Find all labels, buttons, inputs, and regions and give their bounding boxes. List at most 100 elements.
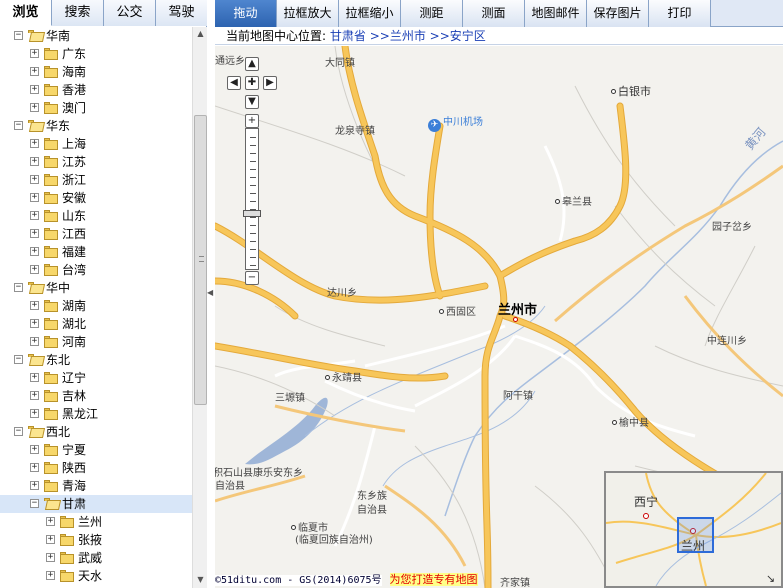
- tree-node[interactable]: + 黑龙江: [0, 405, 192, 423]
- tree-node-label: 香港: [62, 83, 87, 97]
- pan-center-button[interactable]: ✚: [245, 76, 259, 90]
- scroll-down-arrow[interactable]: ▼: [194, 573, 207, 586]
- expand-icon[interactable]: +: [30, 49, 39, 58]
- tree-node[interactable]: + 辽宁: [0, 369, 192, 387]
- zoom-slider-thumb[interactable]: [243, 210, 261, 217]
- print-button[interactable]: 打印: [649, 0, 711, 27]
- expand-icon[interactable]: +: [30, 139, 39, 148]
- tab-search[interactable]: 搜索: [52, 0, 104, 26]
- expand-icon[interactable]: +: [46, 535, 55, 544]
- tree-node[interactable]: + 湖北: [0, 315, 192, 333]
- expand-icon[interactable]: +: [30, 67, 39, 76]
- collapse-icon[interactable]: −: [14, 121, 23, 130]
- tree-node[interactable]: + 兰州: [0, 513, 192, 531]
- zoom-in-box-button[interactable]: 拉框放大: [277, 0, 339, 27]
- tree-node[interactable]: + 上海: [0, 135, 192, 153]
- tree-node[interactable]: + 青海: [0, 477, 192, 495]
- expand-icon[interactable]: +: [30, 157, 39, 166]
- tree-node[interactable]: + 台湾: [0, 261, 192, 279]
- tab-browse[interactable]: 浏览: [0, 0, 52, 26]
- expand-icon[interactable]: +: [30, 463, 39, 472]
- scroll-up-arrow[interactable]: ▲: [194, 27, 207, 40]
- tree-node[interactable]: + 陕西: [0, 459, 192, 477]
- tree-node[interactable]: + 天水: [0, 567, 192, 585]
- tree-node[interactable]: + 湖南: [0, 297, 192, 315]
- expand-icon[interactable]: +: [30, 391, 39, 400]
- tab-bus[interactable]: 公交: [104, 0, 156, 26]
- expand-icon[interactable]: +: [30, 193, 39, 202]
- expand-icon[interactable]: +: [30, 319, 39, 328]
- collapse-panel-arrow-icon[interactable]: ◀: [207, 286, 214, 300]
- tree-node-label: 华南: [46, 29, 71, 43]
- expand-icon[interactable]: +: [46, 571, 55, 580]
- tree-node[interactable]: + 武威: [0, 549, 192, 567]
- tree-node[interactable]: − 华南: [0, 27, 192, 45]
- pan-right-button[interactable]: ▶: [263, 76, 277, 90]
- expand-icon[interactable]: +: [30, 211, 39, 220]
- region-tree: − 华南 + 广东 + 海南 + 香港 + 澳门 − 华东 + 上海 + 江苏 + 浙江 + 安徽 + 山东 + 江西 + 福建 +…: [0, 27, 192, 588]
- expand-icon[interactable]: +: [46, 517, 55, 526]
- location-city-link[interactable]: 兰州市: [390, 29, 426, 43]
- location-province-link[interactable]: 甘肃省: [330, 29, 366, 43]
- expand-icon[interactable]: +: [30, 409, 39, 418]
- tree-node[interactable]: − 东北: [0, 351, 192, 369]
- tree-node[interactable]: − 华中: [0, 279, 192, 297]
- tree-node[interactable]: + 澳门: [0, 99, 192, 117]
- tree-node[interactable]: + 福建: [0, 243, 192, 261]
- measure-area-button[interactable]: 测面: [463, 0, 525, 27]
- tree-node[interactable]: + 香港: [0, 81, 192, 99]
- tree-node[interactable]: − 甘肃: [0, 495, 192, 513]
- tree-node[interactable]: + 江西: [0, 225, 192, 243]
- scroll-thumb[interactable]: [194, 115, 207, 405]
- tree-node[interactable]: + 江苏: [0, 153, 192, 171]
- expand-icon[interactable]: +: [30, 103, 39, 112]
- tree-node[interactable]: − 西北: [0, 423, 192, 441]
- expand-icon[interactable]: +: [30, 247, 39, 256]
- zoom-out-box-button[interactable]: 拉框缩小: [339, 0, 401, 27]
- expand-icon[interactable]: +: [30, 265, 39, 274]
- tree-node[interactable]: − 华东: [0, 117, 192, 135]
- ad-link[interactable]: 为您打造专有地图: [389, 573, 478, 586]
- expand-icon[interactable]: +: [30, 175, 39, 184]
- pan-up-button[interactable]: ▲: [245, 57, 259, 71]
- tree-node[interactable]: + 广东: [0, 45, 192, 63]
- collapse-icon[interactable]: −: [14, 283, 23, 292]
- tree-node[interactable]: + 浙江: [0, 171, 192, 189]
- overview-toggle-icon[interactable]: ↘: [762, 571, 779, 586]
- tree-node-label: 上海: [62, 137, 87, 151]
- overview-map[interactable]: 西宁 兰州: [604, 471, 783, 588]
- collapse-icon[interactable]: −: [14, 31, 23, 40]
- tree-node[interactable]: + 河南: [0, 333, 192, 351]
- collapse-icon[interactable]: −: [30, 499, 39, 508]
- collapse-icon[interactable]: −: [14, 427, 23, 436]
- expand-icon[interactable]: +: [30, 337, 39, 346]
- measure-distance-button[interactable]: 测距: [401, 0, 463, 27]
- save-image-button[interactable]: 保存图片: [587, 0, 649, 27]
- expand-icon[interactable]: +: [30, 229, 39, 238]
- expand-icon[interactable]: +: [30, 481, 39, 490]
- expand-icon[interactable]: +: [30, 373, 39, 382]
- zoom-out-button[interactable]: −: [245, 271, 259, 285]
- pan-down-button[interactable]: ▼: [245, 95, 259, 109]
- folder-open-icon: [28, 426, 46, 438]
- zoom-slider[interactable]: [245, 128, 259, 270]
- expand-icon[interactable]: +: [46, 553, 55, 562]
- tree-node-label: 陕西: [62, 461, 87, 475]
- zoom-in-button[interactable]: +: [245, 114, 259, 128]
- tree-node[interactable]: + 安徽: [0, 189, 192, 207]
- collapse-icon[interactable]: −: [14, 355, 23, 364]
- tree-node[interactable]: + 海南: [0, 63, 192, 81]
- tree-node[interactable]: + 张掖: [0, 531, 192, 549]
- pan-left-button[interactable]: ◀: [227, 76, 241, 90]
- tree-scrollbar[interactable]: ▲ ▼: [192, 27, 207, 588]
- tree-node[interactable]: + 山东: [0, 207, 192, 225]
- tree-node[interactable]: + 宁夏: [0, 441, 192, 459]
- expand-icon[interactable]: +: [30, 445, 39, 454]
- expand-icon[interactable]: +: [30, 85, 39, 94]
- tree-node[interactable]: + 吉林: [0, 387, 192, 405]
- map-mail-button[interactable]: 地图邮件: [525, 0, 587, 27]
- location-district-link[interactable]: 安宁区: [450, 29, 486, 43]
- expand-icon[interactable]: +: [30, 301, 39, 310]
- tab-drive[interactable]: 驾驶: [156, 0, 207, 26]
- drag-button[interactable]: 拖动: [215, 0, 277, 27]
